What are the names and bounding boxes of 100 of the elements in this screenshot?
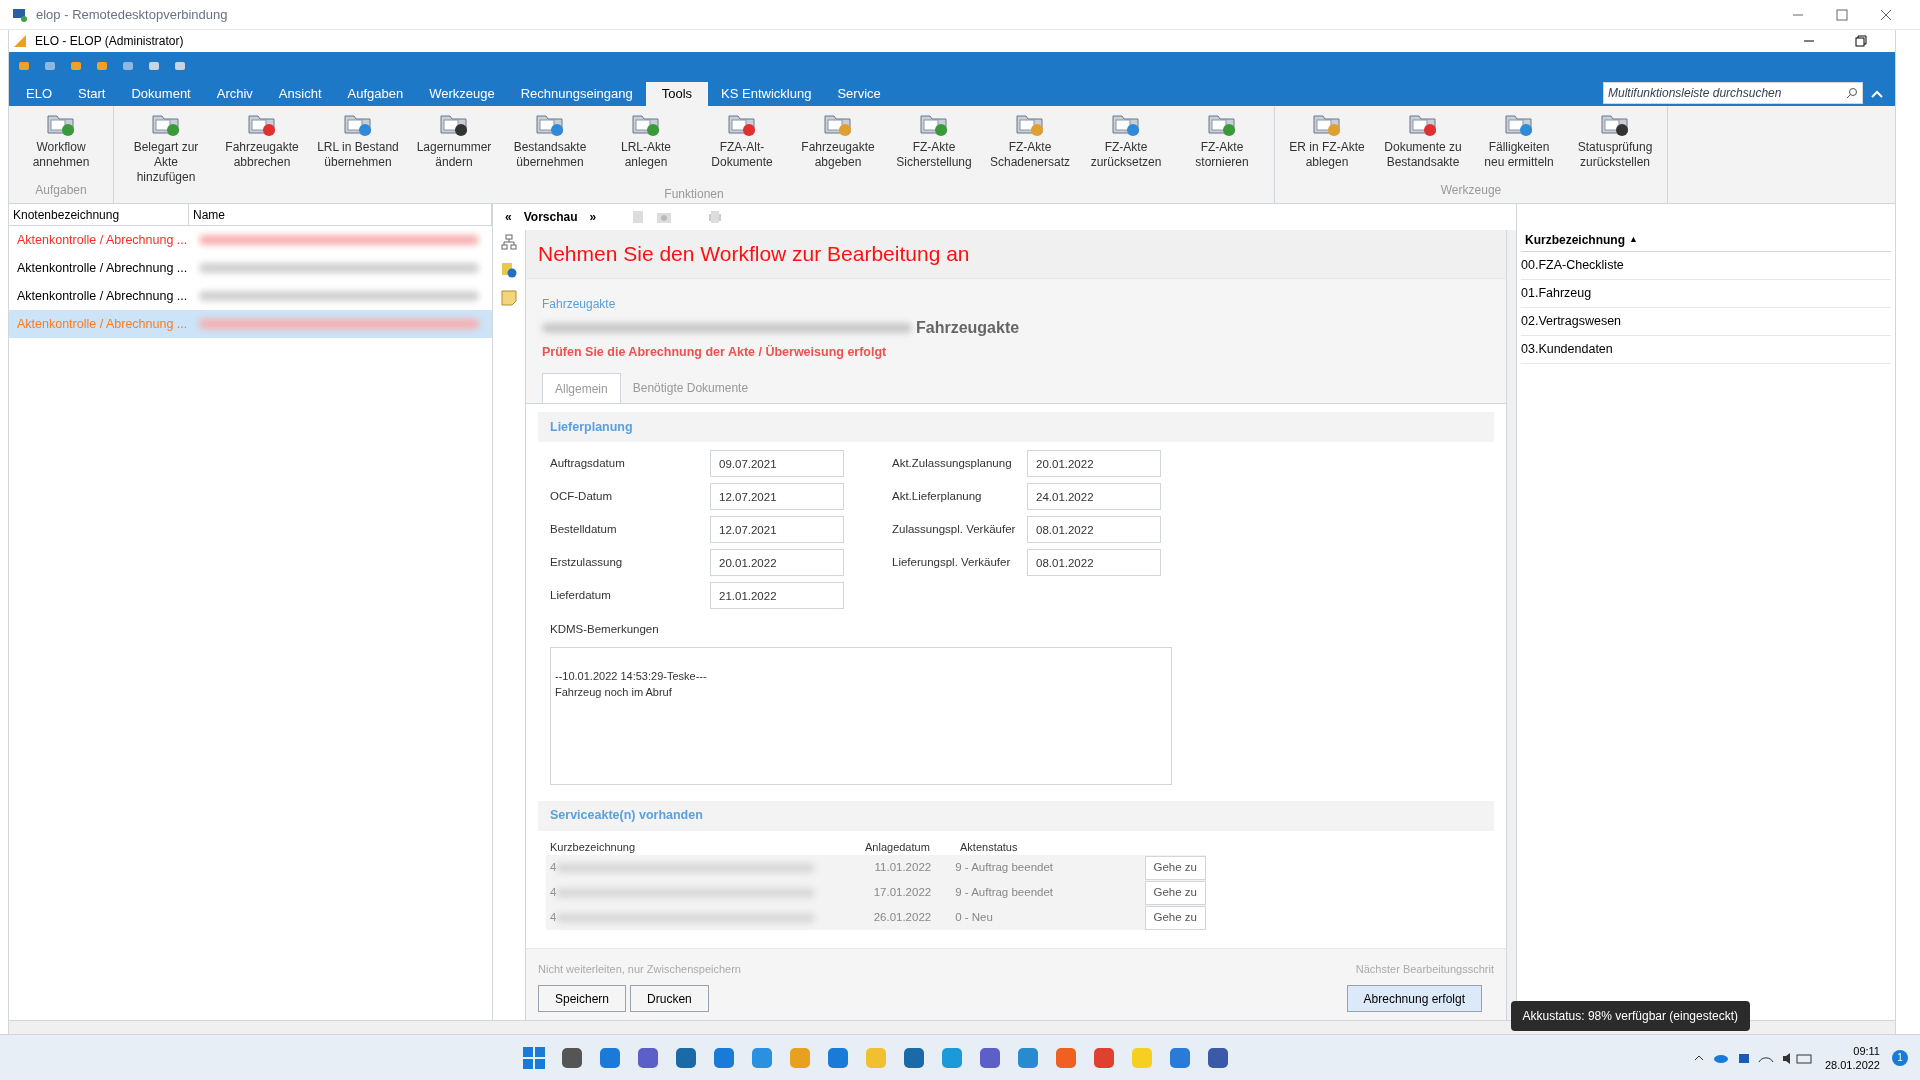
ribbon-button[interactable]: LRL in Bestand übernehmen	[310, 106, 406, 185]
column-header: Aktenstatus	[960, 839, 1018, 855]
maximize-icon[interactable]	[1836, 8, 1848, 21]
toolbar-icon[interactable]	[43, 59, 57, 73]
form-button[interactable]: Drucken	[630, 985, 709, 1012]
ribbon-group-label: Funktionen	[663, 186, 725, 203]
app-icon[interactable]	[940, 1045, 965, 1070]
column-header[interactable]: Kurzbezeichnung	[1525, 230, 1625, 249]
ribbon-button[interactable]: Dokumente zu Bestandsakte	[1375, 106, 1471, 181]
info-icon[interactable]	[501, 262, 517, 278]
document-item[interactable]: 03.Kundendaten	[1521, 336, 1891, 364]
ribbon-tab[interactable]: ELO	[13, 82, 65, 106]
ribbon-button[interactable]: Bestandsakte übernehmen	[502, 106, 598, 185]
ribbon-tab[interactable]: Dokument	[118, 82, 204, 106]
ribbon-tab[interactable]: Start	[65, 82, 119, 106]
column-header[interactable]: Knotenbezeichnung	[9, 204, 189, 225]
ribbon-search-field[interactable]: Multifunktionsleiste durchsuchen	[1603, 82, 1863, 104]
goto-button[interactable]: Gehe zu	[1144, 855, 1206, 880]
restore-icon[interactable]	[1855, 35, 1867, 47]
ribbon-button[interactable]: Lagernummer ändern	[406, 106, 502, 185]
ribbon-button[interactable]: FZ-Akte Sicherstellung	[886, 106, 982, 185]
ribbon-tab[interactable]: Service	[824, 82, 894, 106]
app-icon[interactable]	[1016, 1045, 1041, 1070]
collapse-button[interactable]: «	[505, 208, 512, 226]
notification-badge[interactable]: 1	[1892, 1049, 1908, 1066]
toolbar-icon[interactable]	[69, 59, 83, 73]
camera-icon[interactable]	[656, 210, 673, 224]
printer-icon[interactable]	[708, 210, 723, 224]
app-icon[interactable]	[1054, 1045, 1079, 1070]
sort-indicator[interactable]: ▲	[1629, 232, 1638, 247]
date-field[interactable]: 09.07.2021	[710, 450, 844, 478]
ribbon-tab[interactable]: Ansicht	[265, 82, 335, 106]
app-icon[interactable]	[636, 1045, 661, 1070]
clock-time[interactable]: 09:11	[1853, 1043, 1880, 1058]
toolbar-icon[interactable]	[147, 59, 161, 73]
remarks-field[interactable]: --10.01.2022 14:53:29-Teske--- Fahrzeug noch im Abruf	[550, 646, 1172, 785]
app-icon[interactable]	[598, 1045, 623, 1070]
ribbon-button[interactable]: FZA-Alt-Dokumente	[694, 106, 790, 185]
ribbon-button[interactable]: Fahrzeugakte abgeben	[790, 106, 886, 185]
document-item[interactable]: 00.FZA-Checkliste	[1521, 252, 1891, 280]
close-icon[interactable]	[1880, 8, 1892, 21]
toolbar-icon[interactable]	[17, 59, 31, 73]
goto-button[interactable]: Gehe zu	[1144, 880, 1206, 905]
date-field[interactable]: 20.01.2022	[710, 549, 844, 577]
app-icon[interactable]	[674, 1045, 699, 1070]
toolbar-icon[interactable]	[95, 59, 109, 73]
ribbon-button[interactable]: Fahrzeugakte abbrechen	[214, 106, 310, 185]
ribbon-tab[interactable]: Tools	[645, 82, 709, 106]
ribbon-button[interactable]: LRL-Akte anlegen	[598, 106, 694, 185]
remote-desktop-icon	[12, 6, 28, 23]
ribbon-button[interactable]: Workflow annehmen	[13, 106, 109, 181]
ribbon-button[interactable]: Statusprüfung zurückstellen	[1567, 106, 1663, 181]
ribbon-button[interactable]: FZ-Akte zurücksetzen	[1078, 106, 1174, 185]
ribbon-button[interactable]: FZ-Akte stornieren	[1174, 106, 1270, 185]
document-item[interactable]: 01.Fahrzeug	[1521, 280, 1891, 308]
toolbar-icon[interactable]	[173, 59, 187, 73]
field-label: Erstzulassung	[550, 555, 624, 571]
goto-button[interactable]: Gehe zu	[1144, 905, 1206, 930]
document-item[interactable]: 02.Vertragswesen	[1521, 308, 1891, 336]
app-icon[interactable]	[826, 1045, 851, 1070]
ribbon-button[interactable]: Fälligkeiten neu ermitteln	[1471, 106, 1567, 181]
date-field[interactable]: 08.01.2022	[1027, 549, 1161, 577]
app-logo-icon	[13, 34, 27, 48]
ribbon-button[interactable]: Belegart zur Akte hinzufügen	[118, 106, 214, 185]
forward-button[interactable]: Abrechnung erfolgt	[1346, 985, 1482, 1012]
date-field[interactable]: 20.01.2022	[1027, 450, 1161, 478]
app-icon[interactable]	[750, 1045, 775, 1070]
node-name: Aktenkontrolle / Abrechnung ...	[16, 287, 189, 305]
ribbon-tab[interactable]: Rechnungseingang	[507, 82, 646, 106]
hierarchy-icon[interactable]	[501, 234, 517, 250]
column-header[interactable]: Name	[189, 204, 492, 225]
ribbon-tab[interactable]: KS Entwicklung	[708, 82, 825, 106]
expand-button[interactable]: »	[589, 208, 597, 226]
field-label: Zulassungspl. Verkäufer	[892, 522, 1017, 538]
ribbon-group-label: Werkzeuge	[1439, 182, 1503, 199]
date-field[interactable]: 12.07.2021	[710, 483, 844, 511]
date-field[interactable]: 12.07.2021	[710, 516, 844, 544]
date-field[interactable]: 21.01.2022	[710, 582, 844, 610]
ribbon-button[interactable]: ER in FZ-Akte ablegen	[1279, 106, 1375, 181]
date-field[interactable]: 08.01.2022	[1027, 516, 1161, 544]
ribbon-button[interactable]: FZ-Akte Schadenersatz	[982, 106, 1078, 185]
start-icon[interactable]	[522, 1045, 547, 1070]
note-icon[interactable]	[501, 290, 517, 306]
date-field[interactable]: 24.01.2022	[1027, 483, 1161, 511]
app-icon[interactable]	[902, 1045, 927, 1070]
app-icon[interactable]	[1092, 1045, 1117, 1070]
toolbar-icon[interactable]	[121, 59, 135, 73]
ribbon-tab[interactable]: Archiv	[203, 82, 266, 106]
app-icon[interactable]	[712, 1045, 737, 1070]
window-title: elop - Remotedesktopverbindung	[36, 5, 228, 24]
ribbon-tab[interactable]: Werkzeuge	[416, 82, 508, 106]
app-icon[interactable]	[1168, 1045, 1193, 1070]
collapse-ribbon-icon[interactable]	[1871, 90, 1883, 98]
app-icon[interactable]	[1206, 1045, 1231, 1070]
ribbon-tab[interactable]: Aufgaben	[334, 82, 417, 106]
clock-date[interactable]: 28.01.2022	[1824, 1057, 1880, 1072]
form-button[interactable]: Speichern	[538, 985, 627, 1012]
app-icon[interactable]	[560, 1045, 585, 1070]
battery-tooltip: Akkustatus: 98% verfügbar (eingesteckt)	[1510, 1001, 1750, 1031]
app-icon[interactable]	[978, 1045, 1003, 1070]
